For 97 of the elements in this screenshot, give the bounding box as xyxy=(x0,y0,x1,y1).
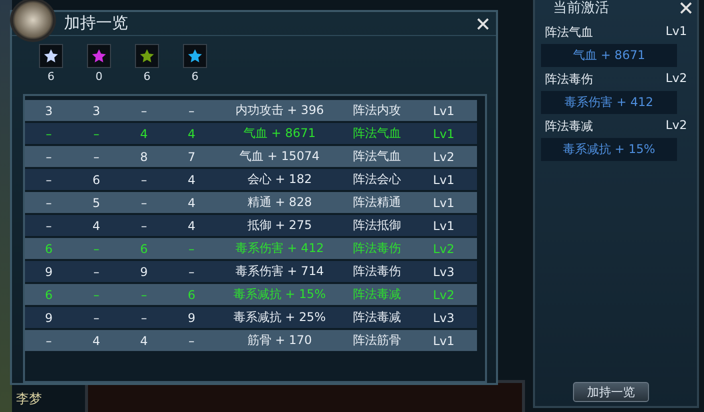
table-cell-text: – xyxy=(188,334,196,348)
table-cell-text: 9 xyxy=(139,264,149,278)
table-cell-text: 毒系伤害 + 412 xyxy=(234,240,325,257)
effect-bar: 毒系伤害 + 412 xyxy=(541,91,677,114)
table-cell-text: 阵法内攻 xyxy=(352,102,402,119)
table-cell-text: 阵法会心 xyxy=(352,171,402,188)
table-cell-text: 毒系减抗 + 15% xyxy=(232,286,327,303)
table-cell-text: Lv3 xyxy=(432,264,456,278)
table-cell-text: 4 xyxy=(139,126,149,140)
table-cell-text: Lv1 xyxy=(432,126,456,140)
effect-bar: 毒系减抗 + 15% xyxy=(541,138,677,161)
table-cell-text: 4 xyxy=(186,172,196,186)
table-cell-text: 9 xyxy=(44,264,54,278)
table-cell-text: – xyxy=(44,172,53,186)
table-cell-text: – xyxy=(92,126,100,140)
table-cell-text: Lv1 xyxy=(432,104,456,118)
table-cell-text: 3 xyxy=(44,104,54,118)
table-cell-text: 精通 + 828 xyxy=(246,194,313,211)
table-cell-text: 3 xyxy=(92,104,102,118)
table-cell-text: – xyxy=(92,264,100,278)
bonus-list-button[interactable]: 加持一览 xyxy=(573,382,649,402)
table-cell-text: – xyxy=(140,288,148,302)
table-cell-text: 抵御 + 275 xyxy=(246,217,313,234)
formation-name: 阵法毒减 xyxy=(545,118,593,135)
table-cell-text: 4 xyxy=(92,218,102,232)
level-label: Lv2 xyxy=(666,118,687,134)
table-cell-text: – xyxy=(140,196,148,210)
table-cell-text: 阵法气血 xyxy=(352,148,402,165)
formation-name: 阵法气血 xyxy=(545,24,593,41)
star-count: 6 xyxy=(48,70,54,84)
table-cell-text: 6 xyxy=(44,288,54,302)
table-cell-text: 会心 + 182 xyxy=(246,171,313,188)
table-cell-text: 毒系伤害 + 714 xyxy=(234,263,325,280)
table-cell-text: – xyxy=(92,242,100,256)
table-cell-text: – xyxy=(140,172,148,186)
table-cell-text: 阵法毒伤 xyxy=(352,240,402,257)
table-cell-text: 阵法毒伤 xyxy=(352,263,402,280)
table-cell-text: – xyxy=(92,150,100,164)
table-cell-text: 6 xyxy=(44,242,54,256)
table-cell-text: Lv1 xyxy=(432,218,456,232)
table-cell-text: 8 xyxy=(139,150,149,164)
table-cell-text: – xyxy=(44,218,53,232)
formation-name: 阵法毒伤 xyxy=(545,71,593,88)
table-cell-text: – xyxy=(44,196,53,210)
table-cell-text: 阵法精通 xyxy=(352,194,402,211)
table-cell-text: 6 xyxy=(139,242,149,256)
table-cell-text: – xyxy=(44,126,53,140)
table-cell-text: Lv1 xyxy=(432,172,456,186)
table-cell-text: 4 xyxy=(186,196,196,210)
star-count: 0 xyxy=(96,70,102,84)
table-cell-text: 内功攻击 + 396 xyxy=(234,102,325,119)
level-label: Lv2 xyxy=(666,71,687,87)
star-count: 6 xyxy=(144,70,150,84)
table-cell-text: 阵法气血 xyxy=(352,125,402,142)
table-cell-text: Lv1 xyxy=(432,334,456,348)
table-cell-text: 7 xyxy=(186,150,196,164)
table-cell-text: 4 xyxy=(92,334,102,348)
emblem-icon xyxy=(10,0,56,42)
table-cell-text: 6 xyxy=(92,172,102,186)
close-icon[interactable] xyxy=(679,1,693,15)
table-cell-text: 4 xyxy=(186,218,196,232)
table-cell-text: 9 xyxy=(186,310,196,324)
effect-bar: 气血 + 8671 xyxy=(541,44,677,67)
table-cell-text: – xyxy=(188,264,196,278)
table-cell-text: 阵法抵御 xyxy=(352,217,402,234)
table-cell-text: – xyxy=(44,150,53,164)
table-cell-text: 气血 + 15074 xyxy=(238,148,320,165)
table-cell-text: 6 xyxy=(186,288,196,302)
table-cell-text: 气血 + 8671 xyxy=(242,125,317,142)
table-cell-text: Lv2 xyxy=(432,288,456,302)
table-cell-text: – xyxy=(140,310,148,324)
table-cell-text: 4 xyxy=(186,126,196,140)
table-cell-text: 4 xyxy=(139,334,149,348)
table-cell-text: 阵法毒减 xyxy=(352,286,402,303)
table-cell-text: – xyxy=(140,104,148,118)
table-cell-text: 阵法毒减 xyxy=(352,309,402,326)
table-cell-text: 毒系减抗 + 25% xyxy=(232,309,327,326)
table-cell-text: – xyxy=(188,104,196,118)
table-cell-text: – xyxy=(44,334,53,348)
table-cell-text: Lv3 xyxy=(432,310,456,324)
table-cell-text: Lv2 xyxy=(432,242,456,256)
table-cell-text: – xyxy=(140,218,148,232)
player-name: 李梦 xyxy=(16,391,42,408)
close-icon[interactable] xyxy=(476,16,490,31)
table-cell-text: Lv1 xyxy=(432,196,456,210)
table-cell-text: – xyxy=(92,310,100,324)
level-label: Lv1 xyxy=(666,24,687,40)
panel-title: 当前激活 xyxy=(553,0,609,17)
table-cell-text: 筋骨 + 170 xyxy=(246,332,313,349)
table-cell-text: 阵法筋骨 xyxy=(352,332,402,349)
table-cell-text: – xyxy=(188,242,196,256)
table-cell-text: Lv2 xyxy=(432,150,456,164)
table-cell-text: – xyxy=(92,288,100,302)
star-count: 6 xyxy=(192,70,198,84)
table-cell-text: 9 xyxy=(44,310,54,324)
table-cell-text: 5 xyxy=(92,196,102,210)
dialog-title: 加持一览 xyxy=(64,13,128,34)
